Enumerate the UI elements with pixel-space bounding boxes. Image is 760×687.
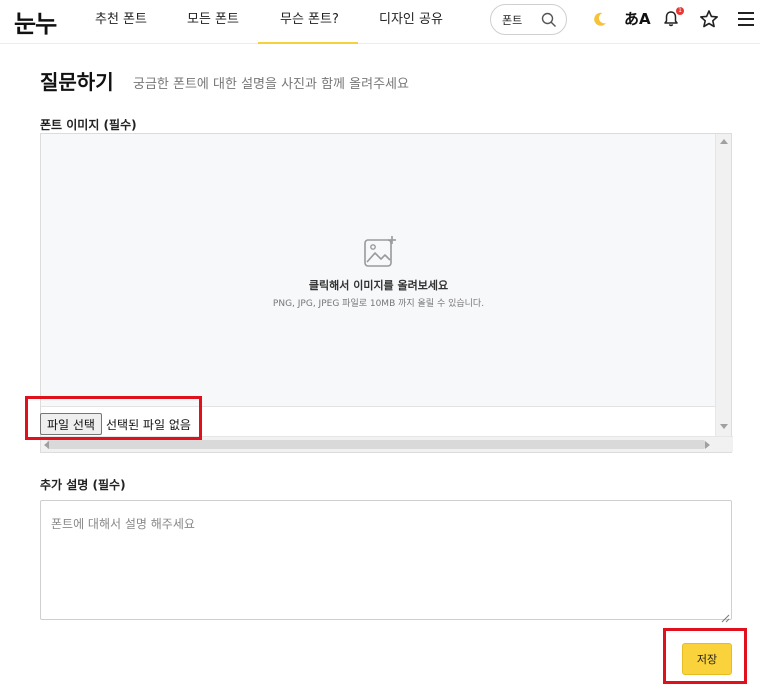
save-button[interactable]: 저장: [682, 643, 732, 675]
description-label: 추가 설명 (필수): [40, 478, 126, 492]
search-input-value: 폰트: [502, 14, 523, 27]
upload-file-hint: PNG, JPG, JPEG 파일로 10MB 까지 올릴 수 있습니다.: [272, 299, 485, 309]
page-subtitle: 궁금한 폰트에 대한 설명을 사진과 함께 올려주세요: [133, 77, 409, 92]
vertical-scrollbar[interactable]: [715, 134, 731, 437]
description-textarea[interactable]: [40, 500, 732, 620]
upload-instruction: 클릭해서 이미지를 올려보세요: [308, 279, 449, 292]
search-icon[interactable]: [541, 12, 557, 32]
file-selection-status: 선택된 파일 없음: [106, 418, 191, 432]
horizontal-scrollbar[interactable]: [41, 436, 733, 452]
star-icon[interactable]: [698, 8, 720, 30]
page-title: 질문하기: [40, 70, 114, 94]
top-nav-bar: 눈누 추천 폰트 모든 폰트 무슨 폰트? 디자인 공유 폰트 あA 1: [0, 0, 760, 44]
font-image-label: 폰트 이미지 (필수): [40, 118, 137, 132]
scroll-up-arrow-icon[interactable]: [720, 139, 728, 144]
scroll-right-arrow-icon[interactable]: [705, 441, 710, 449]
moon-icon[interactable]: [589, 8, 611, 30]
notification-badge: 1: [676, 7, 684, 15]
site-logo[interactable]: 눈누: [14, 4, 57, 39]
add-image-icon: [363, 234, 397, 272]
search-input[interactable]: 폰트: [490, 4, 567, 35]
scroll-left-arrow-icon[interactable]: [44, 441, 49, 449]
menu-icon[interactable]: [735, 8, 757, 30]
nav-all-fonts[interactable]: 모든 폰트: [187, 0, 239, 44]
choose-file-button[interactable]: 파일 선택: [40, 413, 102, 435]
scroll-down-arrow-icon[interactable]: [720, 424, 728, 429]
nav-what-font[interactable]: 무슨 폰트?: [258, 0, 358, 44]
nav-design-share[interactable]: 디자인 공유: [379, 0, 443, 44]
horizontal-scroll-thumb[interactable]: [47, 440, 705, 449]
nav-recommended-fonts[interactable]: 추천 폰트: [95, 0, 147, 44]
image-dropzone[interactable]: 클릭해서 이미지를 올려보세요 PNG, JPG, JPEG 파일로 10MB …: [41, 134, 716, 406]
image-upload-area[interactable]: 클릭해서 이미지를 올려보세요 PNG, JPG, JPEG 파일로 10MB …: [40, 133, 733, 453]
translate-icon[interactable]: あA: [624, 8, 651, 29]
resize-grip-icon[interactable]: [720, 608, 730, 627]
